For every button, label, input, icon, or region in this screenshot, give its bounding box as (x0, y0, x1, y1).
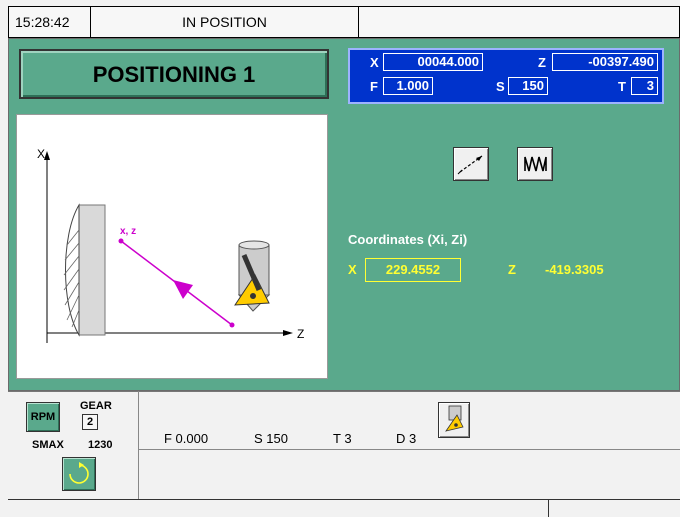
readout-x-value: 00044.000 (383, 53, 483, 71)
z-axis-arrow (283, 330, 293, 336)
tool-icon (445, 405, 464, 432)
footer-bar (8, 499, 680, 517)
coord-z-value: -419.3305 (545, 262, 604, 277)
readout-x-label: X (370, 55, 379, 70)
start-point (229, 322, 235, 328)
axis-x-label: X (37, 147, 46, 161)
bottom-divider-vertical (138, 391, 139, 500)
illustration-graphic (44, 151, 293, 343)
readout-s-value: 150 (508, 77, 548, 95)
tool-button[interactable] (438, 402, 470, 438)
status-speed: S 150 (254, 431, 288, 446)
readout-t-value: 3 (631, 77, 658, 95)
readout-z-label: Z (538, 55, 546, 70)
axis-z-label: Z (297, 327, 305, 341)
linear-move-button[interactable] (453, 147, 489, 181)
status-feed: F 0.000 (164, 431, 209, 446)
thread-button[interactable] (517, 147, 553, 181)
smax-label: SMAX (32, 439, 64, 451)
workpiece (78, 204, 106, 336)
positioning-illustration: X Z x, z (16, 114, 328, 379)
footer-divider (548, 499, 549, 517)
readout-t-label: T (618, 79, 626, 94)
position-readout: X 00044.000 Z -00397.490 F 1.000 S 150 T… (348, 48, 664, 104)
tool-holder (234, 240, 271, 312)
coord-x-input[interactable]: 229.4552 (365, 258, 461, 282)
point-label: x, z (120, 226, 137, 237)
gear-value[interactable]: 2 (82, 414, 98, 430)
smax-value: 1230 (88, 439, 113, 451)
gear-label: GEAR (80, 400, 112, 412)
status-tool: T 3 (333, 431, 352, 446)
coord-z-label: Z (508, 262, 516, 277)
target-point (118, 238, 124, 244)
readout-f-label: F (370, 79, 378, 94)
bottom-divider-horizontal (138, 449, 680, 450)
coordinates-title: Coordinates (Xi, Zi) (348, 232, 468, 247)
coord-x-label: X (348, 262, 357, 277)
spindle-rotation-button[interactable] (62, 457, 96, 491)
cycle-title: POSITIONING 1 (19, 49, 329, 99)
clock: 15:28:42 (9, 7, 91, 37)
status-offset: D 3 (396, 431, 417, 446)
readout-f-value: 1.000 (383, 77, 433, 95)
readout-z-value: -00397.490 (552, 53, 658, 71)
spindle-rotation-icon (69, 462, 89, 484)
rpm-button[interactable]: RPM (26, 402, 60, 432)
linear-move-icon (457, 155, 483, 175)
thread-icon (524, 156, 547, 172)
path-direction-arrow (173, 280, 193, 299)
top-status-bar: 15:28:42 IN POSITION (8, 6, 680, 38)
machine-status: IN POSITION (91, 7, 359, 37)
cnc-screen: 15:28:42 IN POSITION POSITIONING 1 X 000… (0, 0, 680, 517)
readout-s-label: S (496, 79, 505, 94)
